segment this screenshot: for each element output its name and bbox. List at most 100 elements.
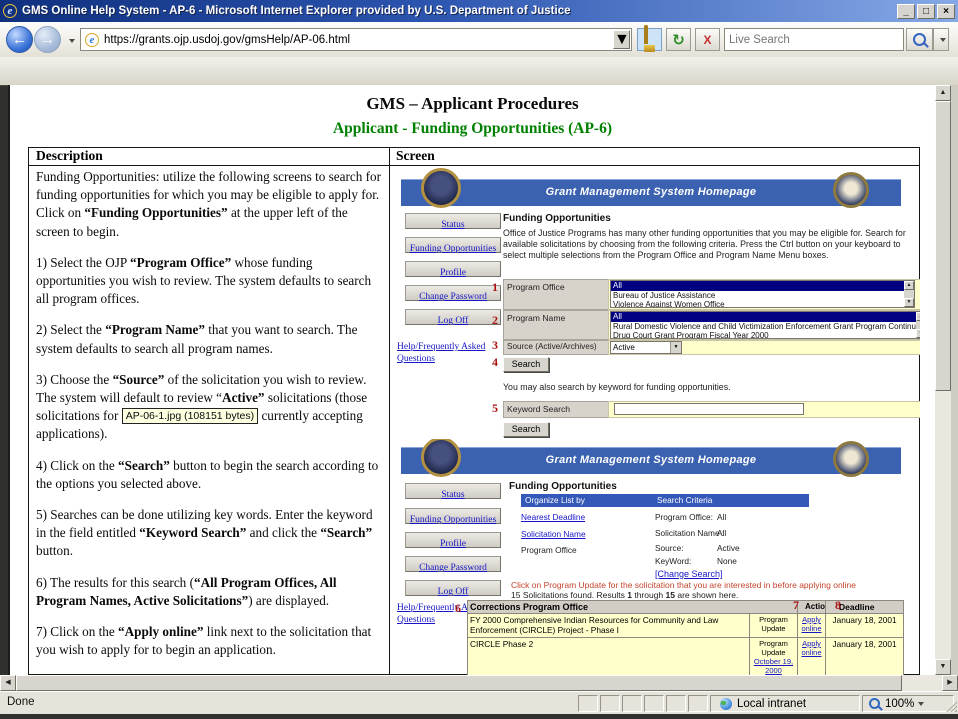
- forward-button[interactable]: →: [34, 26, 61, 53]
- horizontal-scrollbar-thumb[interactable]: [16, 675, 902, 691]
- gms-nav-profile: Profile: [405, 532, 501, 548]
- scroll-down-icon: ▼: [916, 329, 920, 338]
- scroll-right-button[interactable]: ▶: [942, 675, 958, 691]
- search-dropdown-button[interactable]: [933, 28, 949, 51]
- gms-banner-title: Grant Management System Homepage: [546, 186, 757, 198]
- ojp-seal-icon: [833, 172, 869, 208]
- resize-grip[interactable]: [945, 700, 957, 712]
- gms-banner: Grant Management System Homepage: [401, 447, 901, 474]
- status-pane: [688, 695, 708, 712]
- program-office-label: Program Office: [503, 279, 609, 310]
- solicitation-name-cell: FY 2000 Comprehensive Indian Resources f…: [468, 614, 750, 638]
- history-dropdown-button[interactable]: [63, 32, 76, 48]
- description-paragraph: Funding Opportunities: utilize the follo…: [36, 168, 381, 241]
- criteria-label: KeyWord:: [655, 556, 691, 566]
- window-right-edge: [951, 85, 958, 691]
- gms-screenshot-1: Grant Management System Homepage Status …: [393, 167, 920, 438]
- horizontal-scrollbar[interactable]: ◀ ▶: [0, 675, 958, 691]
- live-search-box[interactable]: [724, 28, 904, 51]
- back-button[interactable]: ←: [6, 26, 33, 53]
- chevron-down-icon: [69, 39, 75, 43]
- status-pane: [644, 695, 664, 712]
- annotation-number-2: 2: [492, 313, 498, 328]
- gms-nav-profile: Profile: [405, 261, 501, 277]
- scroll-up-button[interactable]: ▲: [935, 85, 951, 101]
- criteria-label: Solicitation Name :: [655, 528, 724, 538]
- minimize-button[interactable]: _: [897, 4, 915, 19]
- description-paragraph: 4) Click on the “Search” button to begin…: [36, 457, 381, 493]
- address-url[interactable]: https://grants.ojp.usdoj.gov/gmsHelp/AP-…: [104, 34, 613, 46]
- gms-banner: Grant Management System Homepage: [401, 179, 901, 206]
- scroll-left-button[interactable]: ◀: [0, 675, 16, 691]
- status-pane: [622, 695, 642, 712]
- description-paragraph: 6) The results for this search (“All Pro…: [36, 574, 381, 610]
- program-office-text: Program Office: [521, 545, 577, 555]
- address-bar[interactable]: e https://grants.ojp.usdoj.gov/gmsHelp/A…: [80, 28, 632, 51]
- gms-nav-status: Status: [405, 483, 501, 499]
- table-header-row: Description Screen: [29, 148, 919, 166]
- program-name-listbox: All Rural Domestic Violence and Child Vi…: [610, 311, 920, 339]
- description-paragraph: 3) Choose the “Source” of the solicitati…: [36, 371, 381, 444]
- search-input[interactable]: [725, 29, 903, 50]
- gms-banner-title: Grant Management System Homepage: [546, 454, 757, 466]
- chevron-down-icon[interactable]: [918, 702, 924, 706]
- description-paragraph: 7) Click on the “Apply online” link next…: [36, 623, 381, 659]
- scroll-up-icon: ▲: [916, 312, 920, 321]
- table-row: FY 2000 Comprehensive Indian Resources f…: [468, 614, 904, 638]
- listbox-option: Rural Domestic Violence and Child Victim…: [611, 322, 920, 332]
- listbox-scrollbar: ▲▼: [916, 312, 920, 338]
- gms-nav-change-password: Change Password: [405, 285, 501, 301]
- program-update-cell: Program Update: [750, 614, 798, 638]
- apply-online-cell: Apply online: [798, 637, 826, 675]
- program-update-notice: Click on Program Update for the solicita…: [511, 580, 856, 590]
- vertical-scrollbar[interactable]: ▲ ▼: [935, 85, 951, 675]
- description-paragraph: 2) Select the “Program Name” that you wa…: [36, 321, 381, 357]
- scroll-up-icon: ▲: [904, 281, 914, 290]
- status-text: Done: [7, 696, 35, 708]
- zone-label: Local intranet: [737, 698, 806, 710]
- status-bar: Done Local intranet 100%: [0, 691, 958, 714]
- description-paragraph: 5) Searches can be done utilizing key wo…: [36, 506, 381, 561]
- table-row: CIRCLE Phase 2 Program UpdateOctober 19,…: [468, 637, 904, 675]
- search-criteria-header: Search Criteria: [657, 494, 712, 507]
- vertical-scrollbar-thumb[interactable]: [935, 101, 951, 391]
- program-name-label: Program Name: [503, 310, 609, 340]
- search-button[interactable]: [906, 28, 933, 51]
- navigation-bar: ← → e https://grants.ojp.usdoj.gov/gmsHe…: [0, 22, 958, 58]
- status-pane: [666, 695, 686, 712]
- chevron-down-icon: [940, 38, 946, 42]
- solicitation-name-link: Solicitation Name: [521, 529, 586, 539]
- source-dropdown-value: Active: [611, 343, 670, 352]
- close-button[interactable]: ×: [937, 4, 955, 19]
- chevron-down-icon: ▼: [670, 342, 681, 353]
- apply-online-link: Apply online: [801, 615, 821, 633]
- gms-nav-funding-opportunities: Funding Opportunities: [405, 237, 501, 253]
- address-dropdown-button[interactable]: ▼: [613, 30, 630, 49]
- gms-nav-change-password: Change Password: [405, 556, 501, 572]
- magnifier-icon: [913, 33, 926, 46]
- annotation-number-3: 3: [492, 338, 498, 353]
- refresh-button[interactable]: ↻: [666, 28, 691, 51]
- criteria-value: Active: [717, 543, 740, 553]
- refresh-icon: ↻: [672, 31, 685, 49]
- scroll-down-button[interactable]: ▼: [935, 659, 951, 675]
- listbox-option: Drug Court Grant Program Fiscal Year 200…: [611, 331, 920, 339]
- security-lock-button[interactable]: [637, 28, 662, 51]
- security-zone-pane: Local intranet: [710, 695, 860, 712]
- description-column-header: Description: [36, 148, 103, 164]
- gms-intro-text: Office of Justice Programs has many othe…: [503, 228, 913, 262]
- deadline-cell: January 18, 2001: [826, 637, 904, 675]
- zoom-pane[interactable]: 100%: [862, 695, 954, 712]
- criteria-value: All: [717, 528, 726, 538]
- maximize-button[interactable]: □: [917, 4, 935, 19]
- annotation-number-6: 6: [455, 601, 461, 616]
- results-count-line: 15 Solicitations found. Results 1 throug…: [511, 590, 738, 600]
- window-title: GMS Online Help System - AP-6 - Microsof…: [22, 5, 895, 17]
- nearest-deadline-link: Nearest Deadline: [521, 512, 585, 522]
- scroll-down-icon: ▼: [904, 298, 914, 307]
- listbox-option: Violence Against Women Office: [611, 300, 914, 308]
- gms-nav-status: Status: [405, 213, 501, 229]
- source-dropdown: Active ▼: [610, 341, 682, 354]
- stop-button[interactable]: X: [695, 28, 720, 51]
- ie-logo-icon: e: [85, 33, 99, 47]
